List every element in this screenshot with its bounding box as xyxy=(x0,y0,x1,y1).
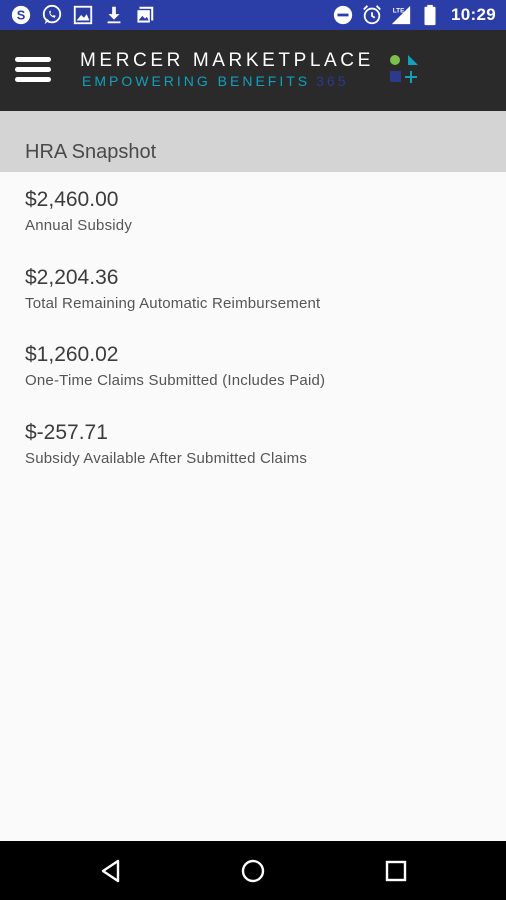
alarm-icon xyxy=(363,5,381,25)
svg-text:S: S xyxy=(17,8,26,23)
amount-value: $-257.71 xyxy=(25,421,108,444)
home-icon[interactable] xyxy=(240,858,266,884)
gallery-icon xyxy=(136,6,154,24)
recents-icon[interactable] xyxy=(383,858,409,884)
amount-label: Annual Subsidy xyxy=(25,217,133,234)
do-not-disturb-icon xyxy=(333,5,353,25)
amount-value: $2,460.00 xyxy=(25,188,119,211)
menu-button[interactable] xyxy=(13,52,53,88)
list-item: $2,204.36 Total Remaining Automatic Reim… xyxy=(25,266,320,312)
image-icon xyxy=(73,5,93,25)
notification-icons: S xyxy=(10,4,156,26)
list-item: $2,460.00 Annual Subsidy xyxy=(25,188,132,234)
signal-icon: LTE xyxy=(391,5,411,25)
clock: 10:29 xyxy=(451,5,496,24)
brand-title: MERCER MARKETPLACE xyxy=(80,50,374,71)
amount-label: Total Remaining Automatic Reimbursement xyxy=(25,295,321,312)
brand-tagline-text: EMPOWERING BENEFITS xyxy=(82,73,311,89)
whatsapp-icon xyxy=(42,4,62,25)
brand-logo-icon xyxy=(390,55,418,83)
back-icon[interactable] xyxy=(98,858,124,884)
brand-tagline: EMPOWERING BENEFITS 365 xyxy=(82,73,348,89)
menu-icon-line xyxy=(15,57,51,62)
menu-icon-line xyxy=(15,67,51,72)
menu-icon-line xyxy=(15,77,51,82)
download-icon xyxy=(107,6,121,24)
status-bar: S LTE 10:29 xyxy=(0,0,506,30)
navigation-bar xyxy=(0,841,506,900)
amount-value: $2,204.36 xyxy=(25,266,119,289)
section-header: HRA Snapshot xyxy=(0,111,506,172)
amount-label: Subsidy Available After Submitted Claims xyxy=(25,450,308,467)
page-title: HRA Snapshot xyxy=(25,141,157,163)
battery-icon xyxy=(424,4,436,26)
network-type-label: LTE xyxy=(393,7,405,14)
system-icons: LTE 10:29 xyxy=(332,4,496,26)
amount-value: $1,260.02 xyxy=(25,343,119,366)
skype-icon: S xyxy=(11,5,31,25)
list-item: $-257.71 Subsidy Available After Submitt… xyxy=(25,421,307,467)
hra-snapshot-content: $2,460.00 Annual Subsidy $2,204.36 Total… xyxy=(0,172,506,841)
amount-label: One-Time Claims Submitted (Includes Paid… xyxy=(25,372,326,389)
list-item: $1,260.02 One-Time Claims Submitted (Inc… xyxy=(25,343,325,389)
app-header: MERCER MARKETPLACE EMPOWERING BENEFITS 36… xyxy=(0,30,506,111)
brand-tagline-number: 365 xyxy=(316,73,349,89)
